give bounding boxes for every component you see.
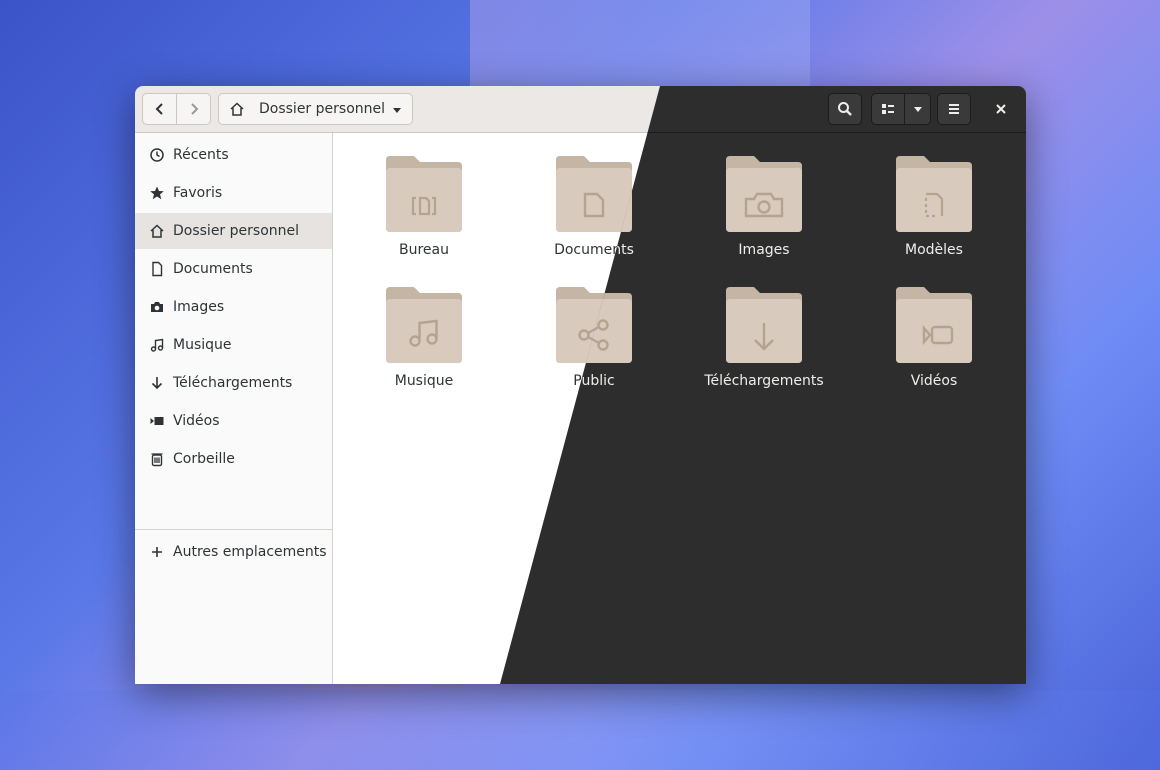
sidebar-item[interactable]: Musique (135, 327, 332, 363)
music-folder-icon (386, 287, 462, 363)
home-icon (150, 224, 164, 238)
search-icon (838, 102, 852, 116)
folder-item[interactable]: Vidéos (859, 285, 1009, 405)
back-button[interactable] (142, 93, 177, 125)
go-next-icon (190, 103, 198, 115)
download-icon (151, 377, 163, 390)
videos-folder-icon (896, 287, 972, 363)
sidebar-item[interactable]: Téléchargements (135, 365, 332, 401)
sidebar-item[interactable]: Dossier personnel (135, 213, 332, 249)
folder-item[interactable]: Images (689, 154, 839, 274)
folder-item[interactable]: Téléchargements (689, 285, 839, 405)
camera-icon (151, 302, 163, 312)
folder-label: Musique (394, 373, 454, 389)
sidebar-item-label: Images (173, 299, 225, 315)
sidebar-item-label: Vidéos (173, 413, 220, 429)
desktop-folder-icon (386, 156, 462, 232)
folder-item[interactable]: Bureau (349, 154, 499, 274)
sidebar-item[interactable]: Images (135, 289, 332, 325)
folder-label: Téléchargements (704, 373, 824, 389)
sidebar: Récents Favoris Dossier personnel Documents… (135, 133, 333, 684)
sidebar-item[interactable]: Corbeille (135, 441, 332, 477)
wallpaper-shape (470, 0, 810, 90)
sidebar-item-label: Musique (173, 337, 232, 353)
home-icon (230, 102, 244, 116)
documents-folder-icon (556, 156, 632, 232)
plus-icon (152, 547, 162, 557)
chevron-down-icon[interactable] (392, 105, 402, 115)
folder-label: Vidéos (910, 373, 958, 389)
folder-label: Bureau (399, 242, 449, 258)
chevron-down-icon (913, 107, 922, 112)
close-icon (996, 104, 1006, 114)
trash-icon (151, 453, 163, 467)
templates-folder-icon (896, 156, 972, 232)
search-button[interactable] (828, 93, 862, 125)
document-icon (152, 261, 163, 277)
close-button[interactable] (985, 93, 1017, 125)
folder-item[interactable]: Musique (349, 285, 499, 405)
clock-icon (150, 148, 164, 162)
forward-button[interactable] (176, 93, 211, 125)
wallpaper-shape (0, 690, 1160, 770)
file-manager-window: Dossier personnel Récents Favoris Dossier … (135, 86, 1026, 684)
sidebar-item[interactable]: Favoris (135, 175, 332, 211)
pictures-folder-icon (726, 156, 802, 232)
main-menu-button[interactable] (937, 93, 971, 125)
star-icon (150, 186, 164, 200)
view-options-button[interactable] (904, 93, 931, 125)
hamburger-menu-icon (949, 104, 959, 114)
view-mode-button[interactable] (871, 93, 905, 125)
sidebar-item[interactable]: Récents (135, 137, 332, 173)
sidebar-item-label: Favoris (173, 185, 223, 201)
sidebar-item-label: Dossier personnel (173, 223, 300, 239)
sidebar-item[interactable]: Documents (135, 251, 332, 287)
video-icon (150, 417, 164, 425)
sidebar-item-label: Autres emplacements (173, 544, 327, 560)
sidebar-item-other-locations[interactable]: Autres emplacements (135, 534, 332, 570)
sidebar-item-label: Corbeille (173, 451, 235, 467)
path-bar-label: Dossier personnel (259, 101, 386, 117)
go-previous-icon (155, 103, 163, 115)
downloads-folder-icon (726, 287, 802, 363)
sidebar-item-label: Récents (173, 147, 229, 163)
list-view-icon (882, 104, 894, 114)
sidebar-item-label: Téléchargements (173, 375, 293, 391)
music-icon (150, 338, 164, 352)
folder-item[interactable]: Modèles (859, 154, 1009, 274)
sidebar-item-label: Documents (173, 261, 253, 277)
sidebar-item[interactable]: Vidéos (135, 403, 332, 439)
folder-label: Images (738, 242, 790, 258)
sidebar-separator (135, 529, 332, 530)
path-bar-home[interactable]: Dossier personnel (218, 93, 413, 125)
folder-label: Modèles (905, 242, 963, 258)
